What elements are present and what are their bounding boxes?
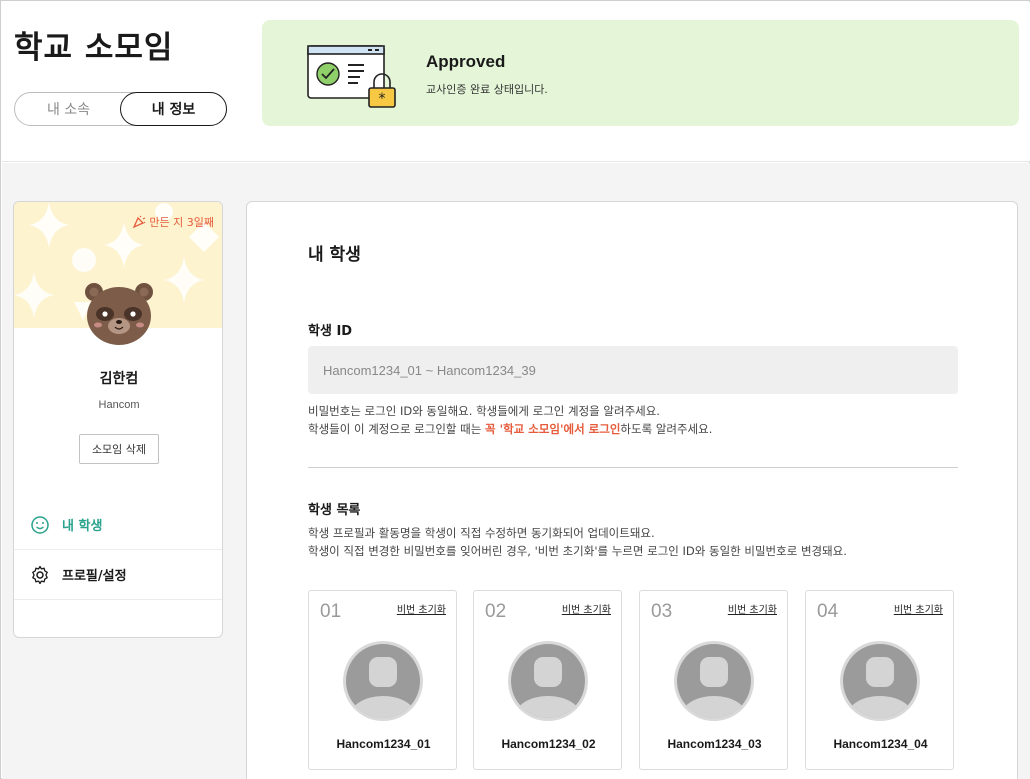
student-number: 02 <box>485 601 507 622</box>
gear-icon <box>32 565 48 584</box>
banner-title: Approved <box>426 52 506 71</box>
sidebar-item-my-students[interactable]: 내 학생 <box>14 500 222 550</box>
content-area: 만든 지 3일째 김한컴 Hancom 소모임 삭제 내 학생 프로필/설정 내… <box>2 163 1030 779</box>
created-days-badge: 만든 지 3일째 <box>132 214 214 230</box>
student-number: 04 <box>817 601 839 622</box>
divider <box>308 467 958 468</box>
main-card: 내 학생 학생 ID 비밀번호는 로그인 ID와 동일해요. 학생들에게 로그인… <box>246 201 1018 779</box>
reset-password-link[interactable]: 비번 초기화 <box>397 601 446 616</box>
tab-switcher: 내 소속 내 정보 <box>14 92 227 126</box>
badge-text: 만든 지 3일째 <box>149 216 214 229</box>
student-list-title: 학생 목록 <box>308 503 361 518</box>
svg-text:*: * <box>379 91 386 107</box>
student-list-desc-1: 학생 프로필과 활동명을 학생이 직접 수정하면 동기화되어 업데이트돼요. <box>308 526 655 540</box>
student-card[interactable]: 03 비번 초기화 Hancom1234_03 <box>639 590 788 770</box>
certificate-lock-icon: * <box>307 45 396 108</box>
login-note-pre: 학생들이 이 계정으로 로그인할 때는 <box>308 422 485 436</box>
user-avatar-icon <box>840 641 920 721</box>
sidebar-item-label: 내 학생 <box>62 519 103 534</box>
smile-icon <box>31 515 49 534</box>
login-note: 학생들이 이 계정으로 로그인할 때는 꼭 '학교 소모임'에서 로그인하도록 … <box>308 421 712 437</box>
student-number: 01 <box>320 601 342 622</box>
reset-password-link[interactable]: 비번 초기화 <box>894 601 943 616</box>
party-popper-icon <box>133 215 146 229</box>
password-note: 비밀번호는 로그인 ID와 동일해요. 학생들에게 로그인 계정을 알려주세요. <box>308 404 660 418</box>
user-avatar-icon <box>508 641 588 721</box>
delete-group-button[interactable]: 소모임 삭제 <box>79 434 159 464</box>
student-name: Hancom1234_04 <box>833 737 928 751</box>
student-name: Hancom1234_02 <box>501 737 596 751</box>
page-title: 학교 소모임 <box>14 30 174 66</box>
student-id-label: 학생 ID <box>308 324 353 339</box>
profile-name: 김한컴 <box>99 371 139 387</box>
profile-org: Hancom <box>98 399 140 411</box>
sidebar-item-label: 프로필/설정 <box>62 569 127 584</box>
student-card[interactable]: 02 비번 초기화 Hancom1234_02 <box>473 590 622 770</box>
user-avatar-icon <box>343 641 423 721</box>
student-name: Hancom1234_03 <box>667 737 762 751</box>
tab-my-info[interactable]: 내 정보 <box>120 92 227 126</box>
sidebar-item-profile-settings[interactable]: 프로필/설정 <box>14 550 222 600</box>
app-frame: 학교 소모임 내 소속 내 정보 * Approved 교사인증 완료 상태입니… <box>0 0 1030 779</box>
student-list-desc-2: 학생이 직접 변경한 비밀번호를 잊어버린 경우, '비번 초기화'를 누르면 … <box>308 544 847 558</box>
student-card[interactable]: 01 비번 초기화 Hancom1234_01 <box>308 590 457 770</box>
banner-subtitle: 교사인증 완료 상태입니다. <box>426 83 548 96</box>
login-note-post: 하도록 알려주세요. <box>620 422 713 436</box>
approval-banner: * Approved 교사인증 완료 상태입니다. <box>262 20 1019 126</box>
reset-password-link[interactable]: 비번 초기화 <box>562 601 611 616</box>
reset-password-link[interactable]: 비번 초기화 <box>728 601 777 616</box>
sidebar-card: 만든 지 3일째 김한컴 Hancom 소모임 삭제 내 학생 프로필/설정 <box>13 201 223 638</box>
tab-my-affiliation[interactable]: 내 소속 <box>15 92 122 126</box>
login-note-emphasis: 꼭 '학교 소모임'에서 로그인 <box>484 422 621 436</box>
student-id-field[interactable] <box>308 346 958 394</box>
student-card[interactable]: 04 비번 초기화 Hancom1234_04 <box>805 590 954 770</box>
student-name: Hancom1234_01 <box>336 737 431 751</box>
section-title: 내 학생 <box>308 245 361 265</box>
user-avatar-icon <box>674 641 754 721</box>
student-number: 03 <box>651 601 673 622</box>
header: 학교 소모임 내 소속 내 정보 * Approved 교사인증 완료 상태입니… <box>2 2 1030 162</box>
avatar <box>85 283 153 345</box>
